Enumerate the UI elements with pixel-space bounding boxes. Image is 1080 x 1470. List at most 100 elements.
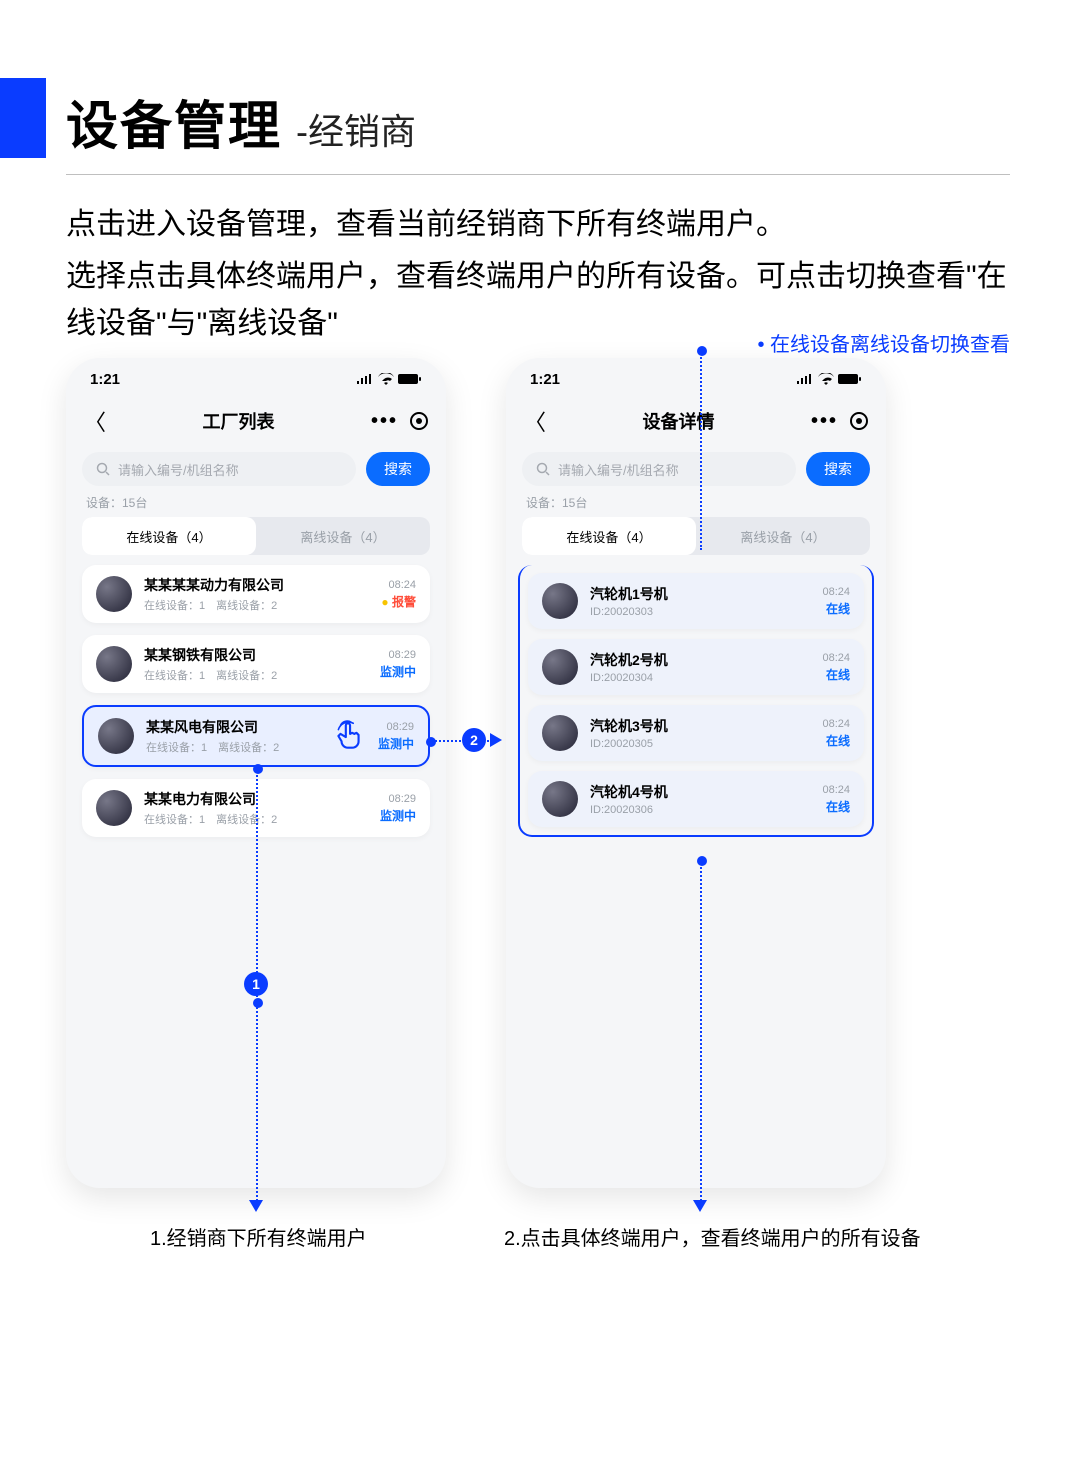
status-badge: 报警 xyxy=(381,593,416,610)
wifi-icon xyxy=(378,373,394,385)
callout-tabs-switch: 在线设备离线设备切换查看 xyxy=(757,328,1010,357)
device-id: ID:20020306 xyxy=(590,804,810,816)
timestamp: 08:24 xyxy=(822,718,850,730)
tab-online[interactable]: 在线设备（4） xyxy=(522,517,696,555)
wifi-icon xyxy=(818,373,834,385)
target-icon[interactable] xyxy=(410,412,428,430)
timestamp: 08:24 xyxy=(822,784,850,796)
search-icon xyxy=(96,462,110,476)
device-name: 汽轮机1号机 xyxy=(590,584,810,604)
callout-badge-2: 2 xyxy=(462,728,486,752)
intro-paragraph-1: 点击进入设备管理，查看当前经销商下所有终端用户。 xyxy=(66,202,786,247)
timestamp: 08:29 xyxy=(380,649,416,661)
search-input[interactable]: 请输入编号/机组名称 xyxy=(82,452,356,486)
back-icon[interactable]: 〈 xyxy=(84,405,106,437)
factory-sub: 在线设备：1 离线设备：2 xyxy=(144,597,369,613)
page-title-row: 设备管理 -经销商 xyxy=(66,84,416,159)
connector-line xyxy=(256,768,258,1004)
factory-card[interactable]: 某某某某动力有限公司在线设备：1 离线设备：2 08:24 报警 xyxy=(82,565,430,623)
target-icon[interactable] xyxy=(850,412,868,430)
search-placeholder: 请输入编号/机组名称 xyxy=(558,460,679,479)
avatar xyxy=(98,718,134,754)
device-name: 汽轮机4号机 xyxy=(590,782,810,802)
tap-hand-icon xyxy=(332,719,366,753)
factory-sub: 在线设备：1 离线设备：2 xyxy=(146,739,326,755)
clock: 1:21 xyxy=(530,371,560,388)
status-icons xyxy=(356,373,422,385)
device-card[interactable]: 汽轮机4号机ID:2002030608:24在线 xyxy=(528,771,864,827)
device-count: 设备：15台 xyxy=(506,492,886,517)
signal-icon xyxy=(796,373,814,385)
search-placeholder: 请输入编号/机组名称 xyxy=(118,460,239,479)
callout-badge-1: 1 xyxy=(244,972,268,996)
caption-2: 2.点击具体终端用户，查看终端用户的所有设备 xyxy=(504,1222,921,1251)
device-card[interactable]: 汽轮机2号机ID:2002030408:24在线 xyxy=(528,639,864,695)
factory-name: 某某某某动力有限公司 xyxy=(144,575,369,595)
avatar xyxy=(542,583,578,619)
device-id: ID:20020303 xyxy=(590,606,810,618)
search-button[interactable]: 搜索 xyxy=(806,452,870,486)
status-badge: 监测中 xyxy=(380,663,416,680)
avatar xyxy=(542,781,578,817)
status-badge: 监测中 xyxy=(378,735,414,752)
search-button[interactable]: 搜索 xyxy=(366,452,430,486)
divider xyxy=(66,174,1010,175)
device-card[interactable]: 汽轮机1号机 ID:20020303 08:24 在线 xyxy=(528,573,864,629)
arrow-right-icon xyxy=(490,733,502,747)
tab-offline[interactable]: 离线设备（4） xyxy=(696,517,870,555)
accent-bar xyxy=(0,78,46,158)
avatar xyxy=(542,715,578,751)
factory-name: 某某钢铁有限公司 xyxy=(144,645,368,665)
avatar xyxy=(96,790,132,826)
avatar xyxy=(542,649,578,685)
status-badge: 在线 xyxy=(822,666,850,683)
connector-line xyxy=(700,860,702,1204)
battery-icon xyxy=(398,373,422,385)
back-icon[interactable]: 〈 xyxy=(524,405,546,437)
device-name: 汽轮机3号机 xyxy=(590,716,810,736)
connector-line xyxy=(700,350,702,550)
timestamp: 08:24 xyxy=(822,652,850,664)
arrow-down-icon xyxy=(249,1200,263,1212)
search-input[interactable]: 请输入编号/机组名称 xyxy=(522,452,796,486)
device-id: ID:20020304 xyxy=(590,672,810,684)
status-bar: 1:21 xyxy=(66,358,446,400)
timestamp: 08:24 xyxy=(822,586,850,598)
device-tabs: 在线设备（4） 离线设备（4） xyxy=(82,517,430,555)
device-card[interactable]: 汽轮机3号机ID:2002030508:24在线 xyxy=(528,705,864,761)
status-icons xyxy=(796,373,862,385)
status-badge: 监测中 xyxy=(380,807,416,824)
more-icon[interactable]: ••• xyxy=(811,410,838,433)
tab-online[interactable]: 在线设备（4） xyxy=(82,517,256,555)
tab-offline[interactable]: 离线设备（4） xyxy=(256,517,430,555)
signal-icon xyxy=(356,373,374,385)
phone-device-detail: 1:21 〈 设备详情 ••• 请输入编号/机组名称 搜索 设备：15台 在线设… xyxy=(506,358,886,1188)
status-badge: 在线 xyxy=(822,600,850,617)
avatar xyxy=(96,576,132,612)
nav-title: 工厂列表 xyxy=(106,408,371,434)
battery-icon xyxy=(838,373,862,385)
factory-card[interactable]: 某某钢铁有限公司在线设备：1 离线设备：2 08:29 监测中 xyxy=(82,635,430,693)
page-title: 设备管理 xyxy=(66,84,282,159)
status-bar: 1:21 xyxy=(506,358,886,400)
factory-sub: 在线设备：1 离线设备：2 xyxy=(144,667,368,683)
factory-card[interactable]: 某某风电有限公司在线设备：1 离线设备：208:29监测中 xyxy=(82,705,430,767)
page-subtitle: -经销商 xyxy=(296,103,416,155)
search-row: 请输入编号/机组名称 搜索 xyxy=(66,442,446,492)
nav-bar: 〈 工厂列表 ••• xyxy=(66,400,446,442)
nav-right: ••• xyxy=(371,410,428,433)
timestamp: 08:24 xyxy=(381,579,416,591)
factory-name: 某某风电有限公司 xyxy=(146,717,326,737)
nav-title: 设备详情 xyxy=(546,408,811,434)
more-icon[interactable]: ••• xyxy=(371,410,398,433)
clock: 1:21 xyxy=(90,371,120,388)
device-count: 设备：15台 xyxy=(66,492,446,517)
timestamp: 08:29 xyxy=(380,793,416,805)
nav-right: ••• xyxy=(811,410,868,433)
device-list-group: 汽轮机1号机ID:2002030308:24在线汽轮机2号机ID:2002030… xyxy=(518,565,874,837)
nav-bar: 〈 设备详情 ••• xyxy=(506,400,886,442)
arrow-down-icon xyxy=(693,1200,707,1212)
search-icon xyxy=(536,462,550,476)
avatar xyxy=(96,646,132,682)
device-id: ID:20020305 xyxy=(590,738,810,750)
